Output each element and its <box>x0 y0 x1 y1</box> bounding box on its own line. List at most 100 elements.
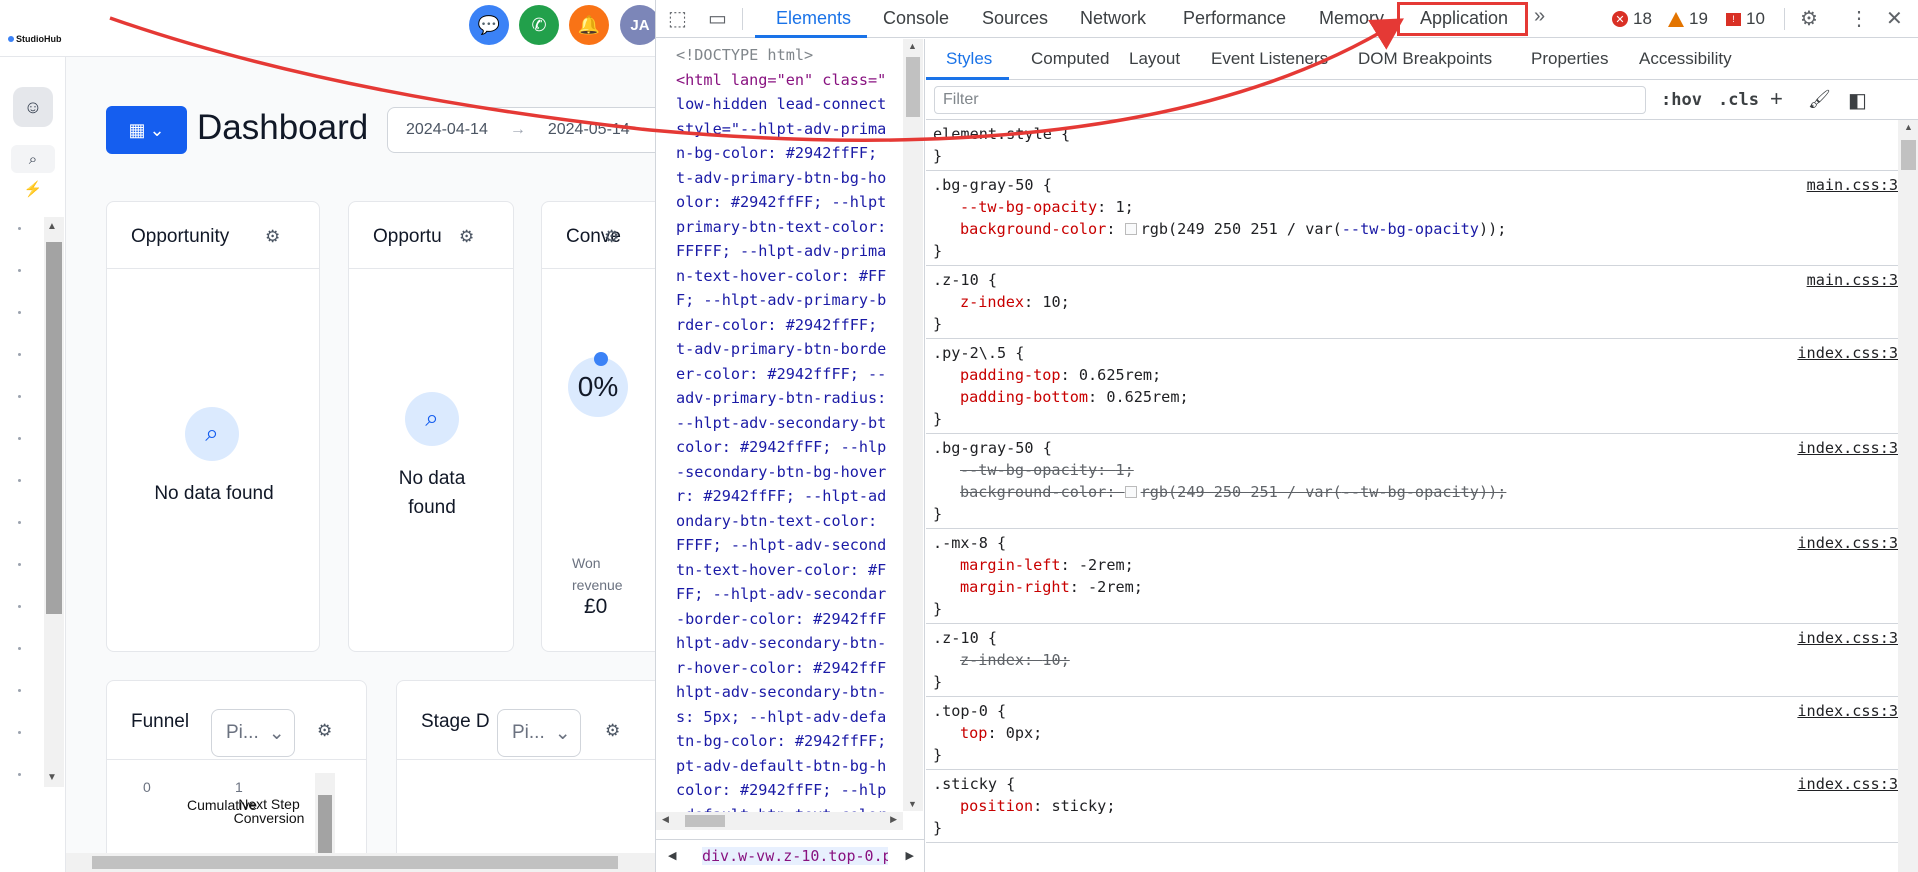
tab-computed[interactable]: Computed <box>1031 49 1109 69</box>
rule-source-link[interactable]: index.css:3 <box>1797 700 1898 722</box>
css-property-name[interactable]: margin-right <box>960 578 1070 596</box>
sidebar-scrollbar[interactable]: ▲ ▼ <box>44 217 64 787</box>
inspect-element-icon[interactable]: ⬚ <box>668 6 687 31</box>
css-rule[interactable]: .z-10 {main.css:3 z-index: 10;} <box>926 266 1898 339</box>
class-toggle[interactable]: .cls <box>1718 90 1759 110</box>
scrollbar-thumb[interactable] <box>46 242 62 614</box>
css-property-name[interactable]: background-color <box>960 483 1106 501</box>
tab-accessibility[interactable]: Accessibility <box>1639 49 1732 69</box>
breadcrumb-item[interactable]: div.w-vw.z-10.top-0.py- <box>702 847 888 865</box>
rule-source-link[interactable]: index.css:3 <box>1797 342 1898 364</box>
dom-code-line[interactable]: n-text-hover-color: #FF <box>676 264 886 289</box>
dom-code-line[interactable]: --hlpt-adv-secondary-bt <box>676 411 886 436</box>
rule-source-link[interactable]: index.css:3 <box>1797 532 1898 554</box>
css-property-name[interactable]: padding-top <box>960 366 1061 384</box>
css-property-name[interactable]: padding-bottom <box>960 388 1088 406</box>
dom-code-line[interactable]: FFFF; --hlpt-adv-second <box>676 533 886 558</box>
dom-code-line[interactable]: rder-color: #2942ffFF; <box>676 313 886 338</box>
css-property-name[interactable]: --tw-bg-opacity <box>960 198 1097 216</box>
scroll-down-icon[interactable]: ▼ <box>908 799 917 809</box>
tab-dom-breakpoints[interactable]: DOM Breakpoints <box>1358 49 1492 69</box>
quick-actions-bolt-icon[interactable]: ⚡ <box>11 180 55 200</box>
scrollbar-thumb[interactable] <box>92 856 618 869</box>
css-property-name[interactable]: z-index <box>960 651 1024 669</box>
horizontal-scrollbar[interactable] <box>66 853 655 872</box>
phone-icon[interactable]: ✆ <box>519 5 559 45</box>
rule-selector[interactable]: .bg-gray-50 { <box>933 174 1898 196</box>
scroll-left-icon[interactable]: ◀ <box>662 814 669 825</box>
css-declaration[interactable]: --tw-bg-opacity: 1; <box>933 196 1898 218</box>
close-icon[interactable]: ✕ <box>1886 6 1903 31</box>
tab-performance[interactable]: Performance <box>1183 8 1286 29</box>
css-property-name[interactable]: z-index <box>960 293 1024 311</box>
hover-state-toggle[interactable]: :hov <box>1661 90 1702 110</box>
settings-gear-icon[interactable]: ⚙ <box>1800 6 1818 31</box>
dom-code-line[interactable]: hlpt-adv-secondary-btn- <box>676 631 886 656</box>
dom-code-line[interactable]: tn-bg-color: #2942ffFF; <box>676 729 886 754</box>
date-range-picker[interactable]: 2024-04-14 → 2024-05-14 <box>387 107 655 153</box>
dom-code-line[interactable]: <html lang="en" class=" <box>676 68 886 93</box>
sidebar-item[interactable] <box>18 647 21 650</box>
element-style-rule[interactable]: element.style { } <box>926 120 1898 171</box>
dom-code-line[interactable]: ondary-btn-text-color: <box>676 509 886 534</box>
tab-properties[interactable]: Properties <box>1531 49 1608 69</box>
dom-code-line[interactable]: t-adv-primary-btn-bg-ho <box>676 166 886 191</box>
css-property-value[interactable]: 0px; <box>1006 724 1043 742</box>
paint-brush-icon[interactable]: 🖌 <box>1808 89 1831 110</box>
dom-code-line[interactable]: pt-adv-default-btn-bg-h <box>676 754 886 779</box>
dom-code-line[interactable]: r: #2942ffFF; --hlpt-ad <box>676 484 886 509</box>
sidebar-item[interactable] <box>18 563 21 566</box>
pipeline-select[interactable]: Pi... ⌄ <box>211 709 295 757</box>
scroll-right-icon[interactable]: ▶ <box>890 814 897 825</box>
css-rule[interactable]: .sticky {index.css:3 position: sticky;} <box>926 770 1898 843</box>
filter-sliders-icon[interactable]: ⚙ <box>605 721 620 741</box>
scrollbar-thumb[interactable] <box>906 57 920 117</box>
css-property-value[interactable]: 1; <box>1115 198 1133 216</box>
dom-code-line[interactable]: color: #2942ffFF; --hlp <box>676 435 886 460</box>
css-declaration[interactable]: padding-bottom: 0.625rem; <box>933 386 1898 408</box>
dom-code-line[interactable]: low-hidden lead-connect <box>676 92 886 117</box>
scroll-up-icon[interactable]: ▲ <box>1904 122 1913 132</box>
tab-memory[interactable]: Memory <box>1319 8 1384 29</box>
rule-selector[interactable]: .-mx-8 { <box>933 532 1898 554</box>
rule-selector[interactable]: .bg-gray-50 { <box>933 437 1898 459</box>
sidebar-item[interactable] <box>18 353 21 356</box>
dom-code-line[interactable]: -border-color: #2942ffF <box>676 607 886 632</box>
dom-code-line[interactable]: <!DOCTYPE html> <box>676 43 886 68</box>
toggle-sidebar-icon[interactable]: ◧ <box>1848 88 1867 113</box>
elements-tree-pane[interactable]: <!DOCTYPE html> <html lang="en" class=" lo… <box>656 39 925 872</box>
dom-code-line[interactable]: r-hover-color: #2942ffF <box>676 656 886 681</box>
css-property-value[interactable]: rgb(249 250 251 / var( <box>1141 220 1342 238</box>
css-rule[interactable]: .top-0 {index.css:3 top: 0px;} <box>926 697 1898 770</box>
css-property-value[interactable]: 0.625rem; <box>1079 366 1161 384</box>
scrollbar-thumb[interactable] <box>685 815 725 827</box>
dom-code-line[interactable]: n-bg-color: #2942ffFF; <box>676 141 886 166</box>
css-declaration[interactable]: --tw-bg-opacity: 1; <box>933 459 1898 481</box>
css-rule[interactable]: .z-10 {index.css:3 z-index: 10;} <box>926 624 1898 697</box>
css-property-name[interactable]: background-color <box>960 220 1106 238</box>
sidebar-item[interactable] <box>18 605 21 608</box>
sidebar-item[interactable] <box>18 479 21 482</box>
css-declaration[interactable]: background-color: rgb(249 250 251 / var(… <box>933 481 1898 503</box>
rule-source-link[interactable]: index.css:3 <box>1797 773 1898 795</box>
dom-code-line[interactable]: FF; --hlpt-adv-secondar <box>676 582 886 607</box>
css-property-value[interactable]: 10; <box>1042 651 1069 669</box>
rule-source-link[interactable]: main.css:3 <box>1807 269 1898 291</box>
sidebar-item[interactable] <box>18 731 21 734</box>
filter-sliders-icon[interactable]: ⚙ <box>604 227 619 247</box>
rule-selector[interactable]: .sticky { <box>933 773 1898 795</box>
css-variable-ref[interactable]: --tw-bg-opacity <box>1342 483 1479 501</box>
scroll-up-icon[interactable]: ▲ <box>47 221 57 232</box>
css-property-value[interactable]: 10; <box>1042 293 1069 311</box>
brand-logo[interactable]: StudioHub <box>8 34 62 44</box>
styles-vertical-scrollbar[interactable]: ▲ <box>1898 120 1918 872</box>
scrollbar-thumb[interactable] <box>1901 140 1916 170</box>
rule-selector[interactable]: .z-10 { <box>933 269 1898 291</box>
rule-source-link[interactable]: index.css:3 <box>1797 437 1898 459</box>
css-property-name[interactable]: --tw-bg-opacity <box>960 461 1097 479</box>
rule-selector[interactable]: .py-2\.5 { <box>933 342 1898 364</box>
new-style-rule-icon[interactable]: + <box>1770 86 1783 112</box>
color-swatch-icon[interactable] <box>1124 223 1137 235</box>
css-property-value[interactable]: 0.625rem; <box>1106 388 1188 406</box>
css-property-value[interactable]: rgb(249 250 251 / var( <box>1141 483 1342 501</box>
